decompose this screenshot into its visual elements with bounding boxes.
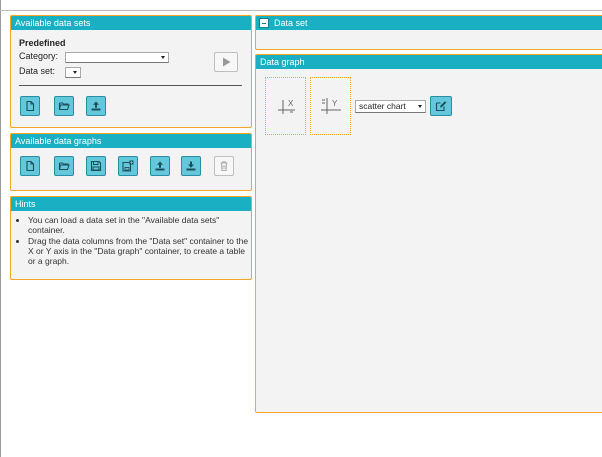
new-dataset-button[interactable] [20,96,40,116]
y-axis-dropzone[interactable]: Y [310,77,351,135]
x-axis-icon [278,100,295,114]
chevron-down-icon [161,56,165,59]
predefined-label: Predefined [19,38,66,48]
data-graph-panel: Data graph X Y scatter chart [255,54,602,413]
chevron-down-icon [73,71,77,74]
upload-icon [91,101,101,111]
save-as-graph-button[interactable] [118,156,138,176]
upload-graph-button[interactable] [150,156,170,176]
chart-type-value: scatter chart [359,101,406,111]
upload-icon [155,161,165,171]
chevron-down-icon [418,105,422,108]
download-icon [186,161,196,171]
y-axis-label: Y [332,99,338,108]
collapse-icon[interactable] [259,18,269,28]
data-graph-header: Data graph [256,55,602,69]
open-dataset-button[interactable] [54,96,74,116]
hints-header: Hints [11,197,251,211]
x-axis-dropzone[interactable]: X [265,77,306,135]
available-data-sets-header: Available data sets [11,16,251,30]
dataset-label: Data set: [19,66,56,76]
save-as-icon [122,160,134,172]
window-top-edge [0,10,602,11]
play-icon [223,57,231,67]
data-set-panel: Data set [255,15,602,50]
open-folder-icon [58,102,70,111]
divider [19,85,242,86]
window-left-edge [0,0,1,457]
new-graph-button[interactable] [20,156,40,176]
data-set-header: Data set [256,16,602,30]
save-graph-button[interactable] [86,156,106,176]
category-label: Category: [19,51,59,61]
edit-chart-button[interactable] [430,96,452,116]
trash-icon [220,161,228,171]
new-file-icon [26,160,35,172]
dataset-select[interactable] [65,67,81,78]
hints-panel: Hints You can load a data set in the "Av… [10,196,252,280]
available-data-graphs-panel: Available data graphs [10,133,252,191]
new-file-icon [26,100,35,112]
category-select-value [66,54,68,63]
save-icon [90,160,102,172]
delete-graph-button[interactable] [214,156,234,176]
category-select[interactable] [65,52,169,63]
open-graph-button[interactable] [54,156,74,176]
download-graph-button[interactable] [181,156,201,176]
data-set-title: Data set [274,18,308,28]
available-data-sets-panel: Available data sets Predefined Category:… [10,15,252,128]
open-folder-icon [58,162,70,171]
upload-dataset-button[interactable] [86,96,106,116]
edit-icon [435,101,447,112]
load-dataset-button[interactable] [214,52,238,72]
chart-type-select[interactable]: scatter chart [355,100,426,113]
hint-item: Drag the data columns from the "Data set… [28,236,251,266]
hint-item: You can load a data set in the "Availabl… [28,215,251,235]
x-axis-label: X [288,99,294,108]
available-data-graphs-header: Available data graphs [11,134,251,148]
hints-list: You can load a data set in the "Availabl… [19,215,251,267]
